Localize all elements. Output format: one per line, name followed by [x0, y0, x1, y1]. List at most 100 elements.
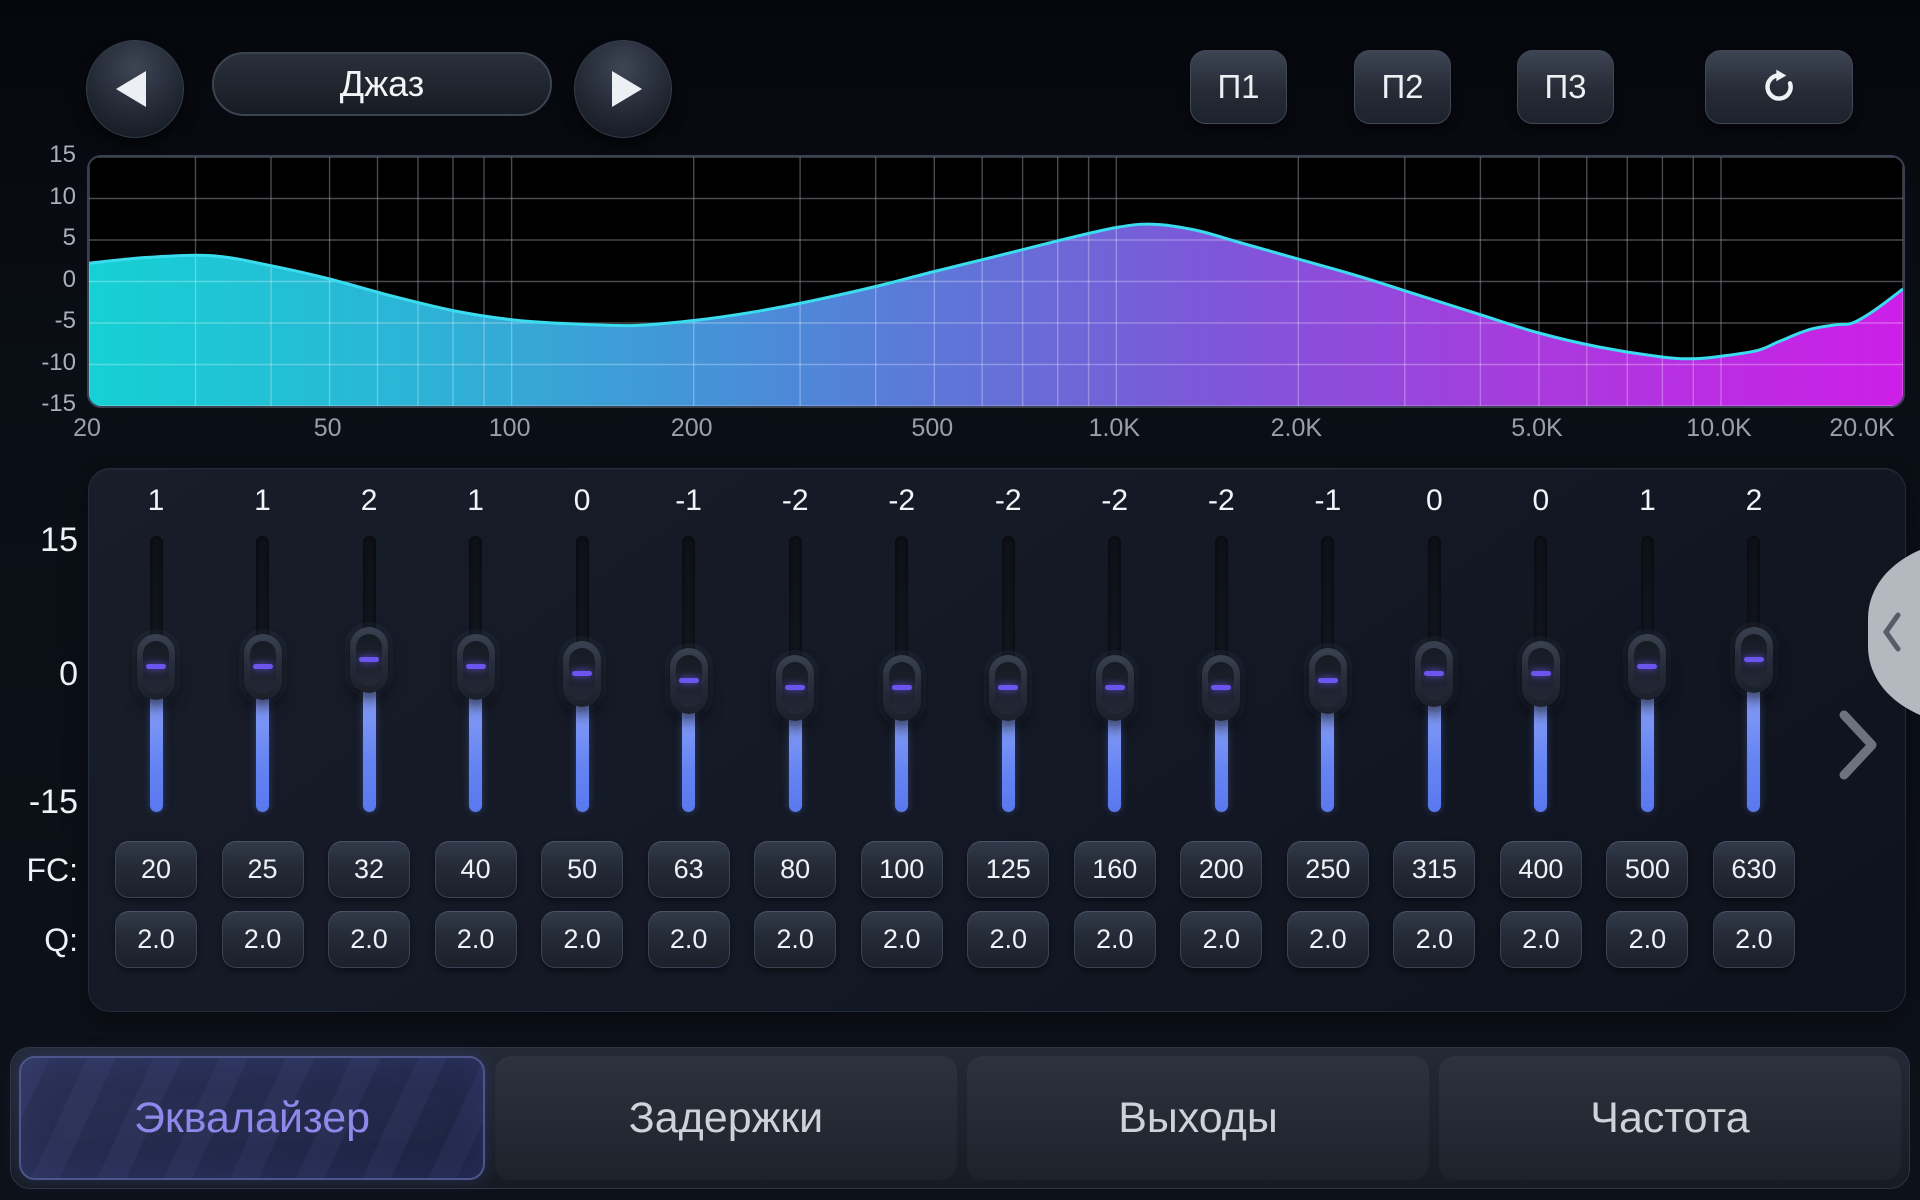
thumb-grip-icon	[679, 678, 699, 683]
band-slider-fill	[576, 698, 589, 812]
memory-button-label: П2	[1381, 68, 1423, 106]
graph-frequency-tick: 10.0K	[1674, 413, 1764, 443]
left-arrow-icon	[116, 71, 146, 107]
band-fc-button[interactable]: 80	[754, 841, 836, 898]
band-q-button[interactable]: 2.0	[967, 911, 1049, 968]
band-slider-thumb[interactable]	[457, 634, 495, 700]
thumb-grip-icon	[1531, 671, 1551, 676]
thumb-grip-icon	[998, 685, 1018, 690]
tab-frequency[interactable]: Частота	[1439, 1056, 1901, 1180]
band-fc-button[interactable]: 315	[1393, 841, 1475, 898]
band-fc-button[interactable]: 63	[648, 841, 730, 898]
band-slider-thumb[interactable]	[1309, 648, 1347, 714]
preset-next-button[interactable]	[574, 40, 672, 138]
band-fc-button[interactable]: 100	[861, 841, 943, 898]
band-q-button[interactable]: 2.0	[1606, 911, 1688, 968]
band-slider-thumb[interactable]	[1415, 641, 1453, 707]
band-slider-thumb[interactable]	[1202, 655, 1240, 721]
band-fc-button[interactable]: 500	[1606, 841, 1688, 898]
band-q-button[interactable]: 2.0	[222, 911, 304, 968]
band-q-button[interactable]: 2.0	[541, 911, 623, 968]
band-slider-thumb[interactable]	[776, 655, 814, 721]
band-gain-value: -2	[966, 484, 1050, 518]
memory-button-p2[interactable]: П2	[1354, 50, 1451, 124]
bottom-tab-bar: ЭквалайзерЗадержкиВыходыЧастота	[10, 1047, 1910, 1189]
graph-db-tick: 15	[14, 141, 76, 169]
fc-row-label: FC:	[8, 852, 78, 889]
band-slider-thumb[interactable]	[350, 627, 388, 693]
band-fc-button[interactable]: 50	[541, 841, 623, 898]
band-gain-value: 2	[327, 484, 411, 518]
graph-db-tick: -10	[14, 349, 76, 377]
band-fc-button[interactable]: 250	[1287, 841, 1369, 898]
band-fc-button[interactable]: 400	[1500, 841, 1582, 898]
band-q-button[interactable]: 2.0	[1393, 911, 1475, 968]
graph-frequency-tick: 2.0K	[1251, 413, 1341, 443]
band-slider-fill	[1002, 712, 1015, 812]
expand-panel-button[interactable]	[1826, 705, 1886, 785]
band-q-button[interactable]: 2.0	[754, 911, 836, 968]
preset-prev-button[interactable]	[86, 40, 184, 138]
band-q-button[interactable]: 2.0	[1074, 911, 1156, 968]
band-slider-fill	[150, 691, 163, 812]
band-q-button[interactable]: 2.0	[328, 911, 410, 968]
band-fc-button[interactable]: 200	[1180, 841, 1262, 898]
band-q-button[interactable]: 2.0	[1500, 911, 1582, 968]
band-slider-thumb[interactable]	[1628, 634, 1666, 700]
reset-button[interactable]	[1705, 50, 1853, 124]
band-gain-value: 2	[1712, 484, 1796, 518]
thumb-grip-icon	[1211, 685, 1231, 690]
band-q-button[interactable]: 2.0	[1713, 911, 1795, 968]
memory-button-p3[interactable]: П3	[1517, 50, 1614, 124]
preset-name: Джаз	[340, 63, 425, 105]
preset-selector[interactable]: Джаз	[212, 52, 552, 116]
band-fc-button[interactable]: 25	[222, 841, 304, 898]
band-q-button[interactable]: 2.0	[435, 911, 517, 968]
band-q-button[interactable]: 2.0	[861, 911, 943, 968]
band-fc-button[interactable]: 125	[967, 841, 1049, 898]
graph-frequency-tick: 5.0K	[1492, 413, 1582, 443]
band-q-button[interactable]: 2.0	[1287, 911, 1369, 968]
band-slider-thumb[interactable]	[137, 634, 175, 700]
frequency-response-graph	[87, 155, 1905, 408]
band-gain-value: 1	[221, 484, 305, 518]
side-drawer-handle[interactable]	[1860, 545, 1920, 720]
graph-frequency-tick: 500	[887, 413, 977, 443]
gain-scale-max: 15	[8, 521, 78, 560]
band-slider-thumb[interactable]	[989, 655, 1027, 721]
band-fc-button[interactable]: 160	[1074, 841, 1156, 898]
band-slider-thumb[interactable]	[1522, 641, 1560, 707]
band-slider-thumb[interactable]	[244, 634, 282, 700]
band-fc-button[interactable]: 40	[435, 841, 517, 898]
graph-db-tick: 5	[14, 224, 76, 252]
band-fc-button[interactable]: 630	[1713, 841, 1795, 898]
graph-frequency-tick: 50	[283, 413, 373, 443]
band-slider-thumb[interactable]	[563, 641, 601, 707]
band-slider-fill	[1215, 712, 1228, 812]
band-q-button[interactable]: 2.0	[115, 911, 197, 968]
tab-outputs[interactable]: Выходы	[967, 1056, 1429, 1180]
band-gain-value: 1	[1605, 484, 1689, 518]
tab-equalizer[interactable]: Эквалайзер	[19, 1056, 485, 1180]
refresh-icon	[1758, 66, 1800, 108]
band-q-button[interactable]: 2.0	[648, 911, 730, 968]
band-slider-thumb[interactable]	[670, 648, 708, 714]
band-slider-fill	[1108, 712, 1121, 812]
band-fc-button[interactable]: 32	[328, 841, 410, 898]
memory-button-p1[interactable]: П1	[1190, 50, 1287, 124]
band-slider-thumb[interactable]	[883, 655, 921, 721]
band-slider-thumb[interactable]	[1735, 627, 1773, 693]
band-gain-value: 0	[1392, 484, 1476, 518]
tab-delays[interactable]: Задержки	[495, 1056, 957, 1180]
thumb-grip-icon	[466, 664, 486, 669]
graph-frequency-tick: 1.0K	[1069, 413, 1159, 443]
band-slider-thumb[interactable]	[1096, 655, 1134, 721]
band-slider-fill	[895, 712, 908, 812]
eq-curve	[89, 157, 1903, 406]
memory-button-label: П3	[1544, 68, 1586, 106]
band-fc-button[interactable]: 20	[115, 841, 197, 898]
band-slider-fill	[1428, 698, 1441, 812]
band-q-button[interactable]: 2.0	[1180, 911, 1262, 968]
band-gain-value: -1	[1286, 484, 1370, 518]
right-arrow-icon	[612, 71, 642, 107]
